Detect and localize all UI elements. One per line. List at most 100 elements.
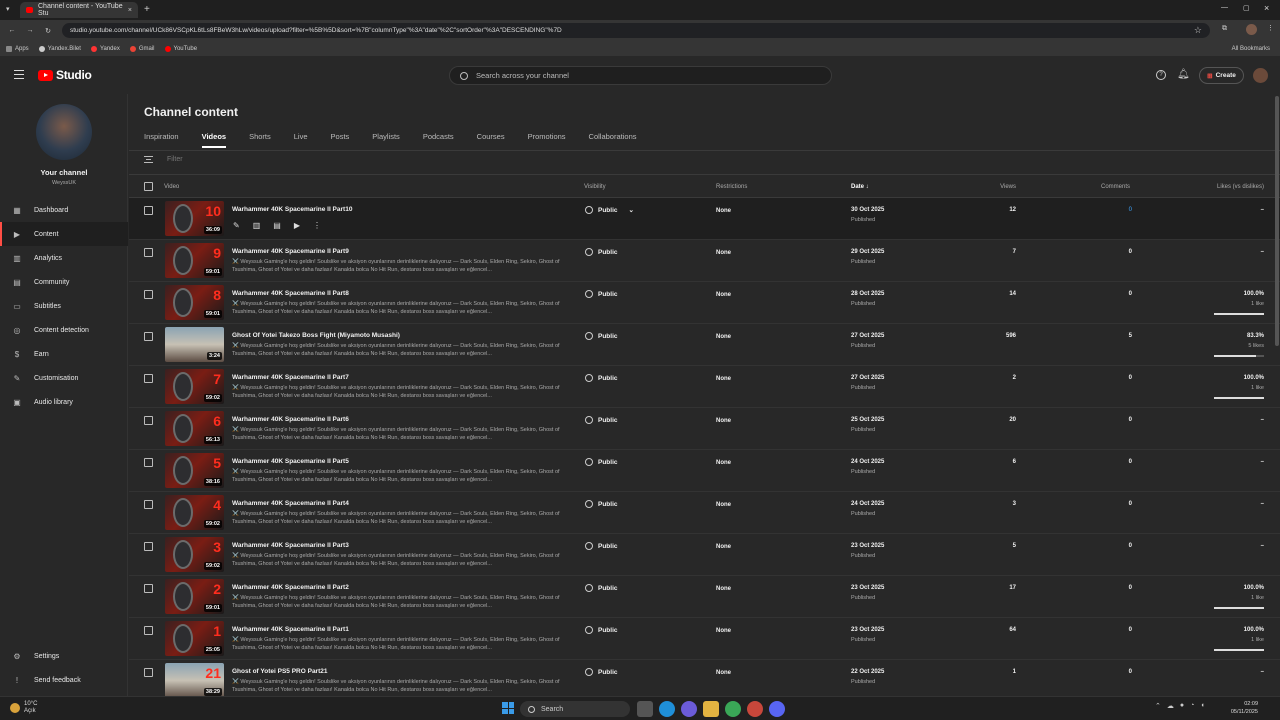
sidebar-item-settings[interactable]: ⚙ Settings: [0, 644, 128, 668]
tab-posts[interactable]: Posts: [331, 132, 350, 148]
task-view-icon[interactable]: [637, 701, 653, 717]
studio-logo[interactable]: Studio: [38, 68, 92, 82]
video-title[interactable]: Warhammer 40K Spacemarine II Part2: [232, 584, 349, 591]
bookmark-yandex-bilet[interactable]: Yandex.Bilet: [38, 45, 81, 52]
microphone-icon[interactable]: ●: [1180, 702, 1184, 710]
tab-shorts[interactable]: Shorts: [249, 132, 271, 148]
sidebar-item-dashboard[interactable]: ▦ Dashboard: [0, 198, 128, 222]
sidebar-item-subtitles[interactable]: ▭ Subtitles: [0, 294, 128, 318]
row-checkbox[interactable]: [144, 206, 153, 215]
more-options-icon[interactable]: ⋮: [313, 221, 321, 230]
bookmark-apps[interactable]: Apps: [6, 45, 29, 52]
video-thumbnail[interactable]: 10 36:09: [165, 201, 224, 236]
column-date[interactable]: Date ↓: [851, 184, 869, 190]
column-comments[interactable]: Comments: [1101, 184, 1130, 190]
comments-icon[interactable]: ▤: [273, 221, 281, 230]
page-scrollbar[interactable]: [1275, 96, 1279, 346]
address-bar[interactable]: studio.youtube.com/channel/UCk86VSCpKL6t…: [62, 23, 1210, 38]
tab-promotions[interactable]: Promotions: [528, 132, 566, 148]
table-row[interactable]: 8 59:01 Warhammer 40K Spacemarine II Part8…: [129, 282, 1280, 324]
taskbar-clock[interactable]: 02:09 05/11/2025: [1228, 700, 1258, 716]
table-row[interactable]: 1 25:05 Warhammer 40K Spacemarine II Part1…: [129, 618, 1280, 660]
select-all-checkbox[interactable]: [144, 182, 153, 191]
edge-icon[interactable]: [659, 701, 675, 717]
tab-list-icon[interactable]: ▾: [6, 5, 10, 13]
search-input[interactable]: Search across your channel: [449, 66, 832, 85]
video-title[interactable]: Warhammer 40K Spacemarine II Part9: [232, 248, 349, 255]
row-checkbox[interactable]: [144, 458, 153, 467]
help-icon[interactable]: ?: [1156, 70, 1166, 80]
video-thumbnail[interactable]: 1 25:05: [165, 621, 224, 656]
sidebar-item-audio-library[interactable]: ▣ Audio library: [0, 390, 128, 414]
forward-icon[interactable]: →: [24, 27, 36, 34]
tab-playlists[interactable]: Playlists: [372, 132, 400, 148]
sidebar-item-community[interactable]: ▤ Community: [0, 270, 128, 294]
wifi-icon[interactable]: ◔: [1190, 702, 1194, 710]
video-title[interactable]: Warhammer 40K Spacemarine II Part5: [232, 458, 349, 465]
video-title[interactable]: Ghost of Yotei PS5 PRO Part21: [232, 668, 327, 675]
filter-icon[interactable]: [144, 156, 153, 163]
table-row[interactable]: 9 59:01 Warhammer 40K Spacemarine II Part9…: [129, 240, 1280, 282]
table-row[interactable]: 4 59:02 Warhammer 40K Spacemarine II Part4…: [129, 492, 1280, 534]
sidebar-item-earn[interactable]: $ Earn: [0, 342, 128, 366]
video-thumbnail[interactable]: 9 59:01: [165, 243, 224, 278]
table-row[interactable]: 6 56:13 Warhammer 40K Spacemarine II Part6…: [129, 408, 1280, 450]
discord-icon[interactable]: [769, 701, 785, 717]
table-row[interactable]: 3 59:02 Warhammer 40K Spacemarine II Part3…: [129, 534, 1280, 576]
video-thumbnail[interactable]: 3 59:02: [165, 537, 224, 572]
video-title[interactable]: Warhammer 40K Spacemarine II Part3: [232, 542, 349, 549]
video-thumbnail[interactable]: 8 59:01: [165, 285, 224, 320]
row-checkbox[interactable]: [144, 668, 153, 677]
tab-inspiration[interactable]: Inspiration: [144, 132, 179, 148]
app-icon[interactable]: [747, 701, 763, 717]
filter-bar[interactable]: Filter: [144, 156, 183, 163]
video-thumbnail[interactable]: 3:24: [165, 327, 224, 362]
table-row[interactable]: 7 59:02 Warhammer 40K Spacemarine II Part7…: [129, 366, 1280, 408]
video-title[interactable]: Warhammer 40K Spacemarine II Part6: [232, 416, 349, 423]
video-thumbnail[interactable]: 5 38:16: [165, 453, 224, 488]
browser-tab[interactable]: Channel content - YouTube Stu ×: [20, 2, 138, 18]
video-title[interactable]: Warhammer 40K Spacemarine II Part10: [232, 206, 352, 213]
copilot-icon[interactable]: [681, 701, 697, 717]
table-row[interactable]: 3:24 Ghost Of Yotei Takezo Boss Fight (Mi…: [129, 324, 1280, 366]
video-title[interactable]: Warhammer 40K Spacemarine II Part1: [232, 626, 349, 633]
tab-collaborations[interactable]: Collaborations: [589, 132, 637, 148]
video-thumbnail[interactable]: 4 59:02: [165, 495, 224, 530]
profile-icon[interactable]: [1246, 24, 1257, 35]
sidebar-item-send-feedback[interactable]: ! Send feedback: [0, 668, 128, 692]
create-button[interactable]: ⊞ Create: [1199, 67, 1244, 84]
file-explorer-icon[interactable]: [703, 701, 719, 717]
edit-icon[interactable]: ✎: [233, 221, 240, 230]
sidebar-item-content-detection[interactable]: ◎ Content detection: [0, 318, 128, 342]
youtube-view-icon[interactable]: ▶: [294, 221, 300, 230]
new-tab-button[interactable]: +: [144, 4, 150, 15]
row-checkbox[interactable]: [144, 626, 153, 635]
comments-value[interactable]: 0: [1129, 207, 1132, 213]
row-checkbox[interactable]: [144, 248, 153, 257]
menu-icon[interactable]: [14, 70, 24, 79]
bookmark-youtube[interactable]: YouTube: [164, 45, 197, 52]
table-row[interactable]: 2 59:01 Warhammer 40K Spacemarine II Part2…: [129, 576, 1280, 618]
row-checkbox[interactable]: [144, 332, 153, 341]
row-checkbox[interactable]: [144, 584, 153, 593]
windows-start-icon[interactable]: [502, 702, 514, 714]
tab-podcasts[interactable]: Podcasts: [423, 132, 454, 148]
account-avatar[interactable]: [1253, 68, 1268, 83]
video-title[interactable]: Warhammer 40K Spacemarine II Part8: [232, 290, 349, 297]
sidebar-item-customisation[interactable]: ✎ Customisation: [0, 366, 128, 390]
weather-widget[interactable]: 10°C Açık: [10, 701, 37, 715]
table-row[interactable]: 5 38:16 Warhammer 40K Spacemarine II Part5…: [129, 450, 1280, 492]
maximize-icon[interactable]: ▢: [1243, 4, 1250, 12]
notifications-icon[interactable]: 🔔︎: [1177, 69, 1190, 80]
back-icon[interactable]: ←: [6, 27, 18, 34]
tab-videos[interactable]: Videos: [201, 132, 227, 148]
analytics-icon[interactable]: ▥: [253, 221, 261, 230]
channel-avatar[interactable]: [36, 104, 92, 160]
volume-icon[interactable]: ◖: [1200, 702, 1204, 710]
table-row[interactable]: 10 36:09 Warhammer 40K Spacemarine II Part…: [129, 198, 1280, 240]
tab-courses[interactable]: Courses: [477, 132, 505, 148]
video-thumbnail[interactable]: 7 59:02: [165, 369, 224, 404]
row-checkbox[interactable]: [144, 290, 153, 299]
video-title[interactable]: Ghost Of Yotei Takezo Boss Fight (Miyamo…: [232, 332, 400, 339]
video-thumbnail[interactable]: 6 56:13: [165, 411, 224, 446]
